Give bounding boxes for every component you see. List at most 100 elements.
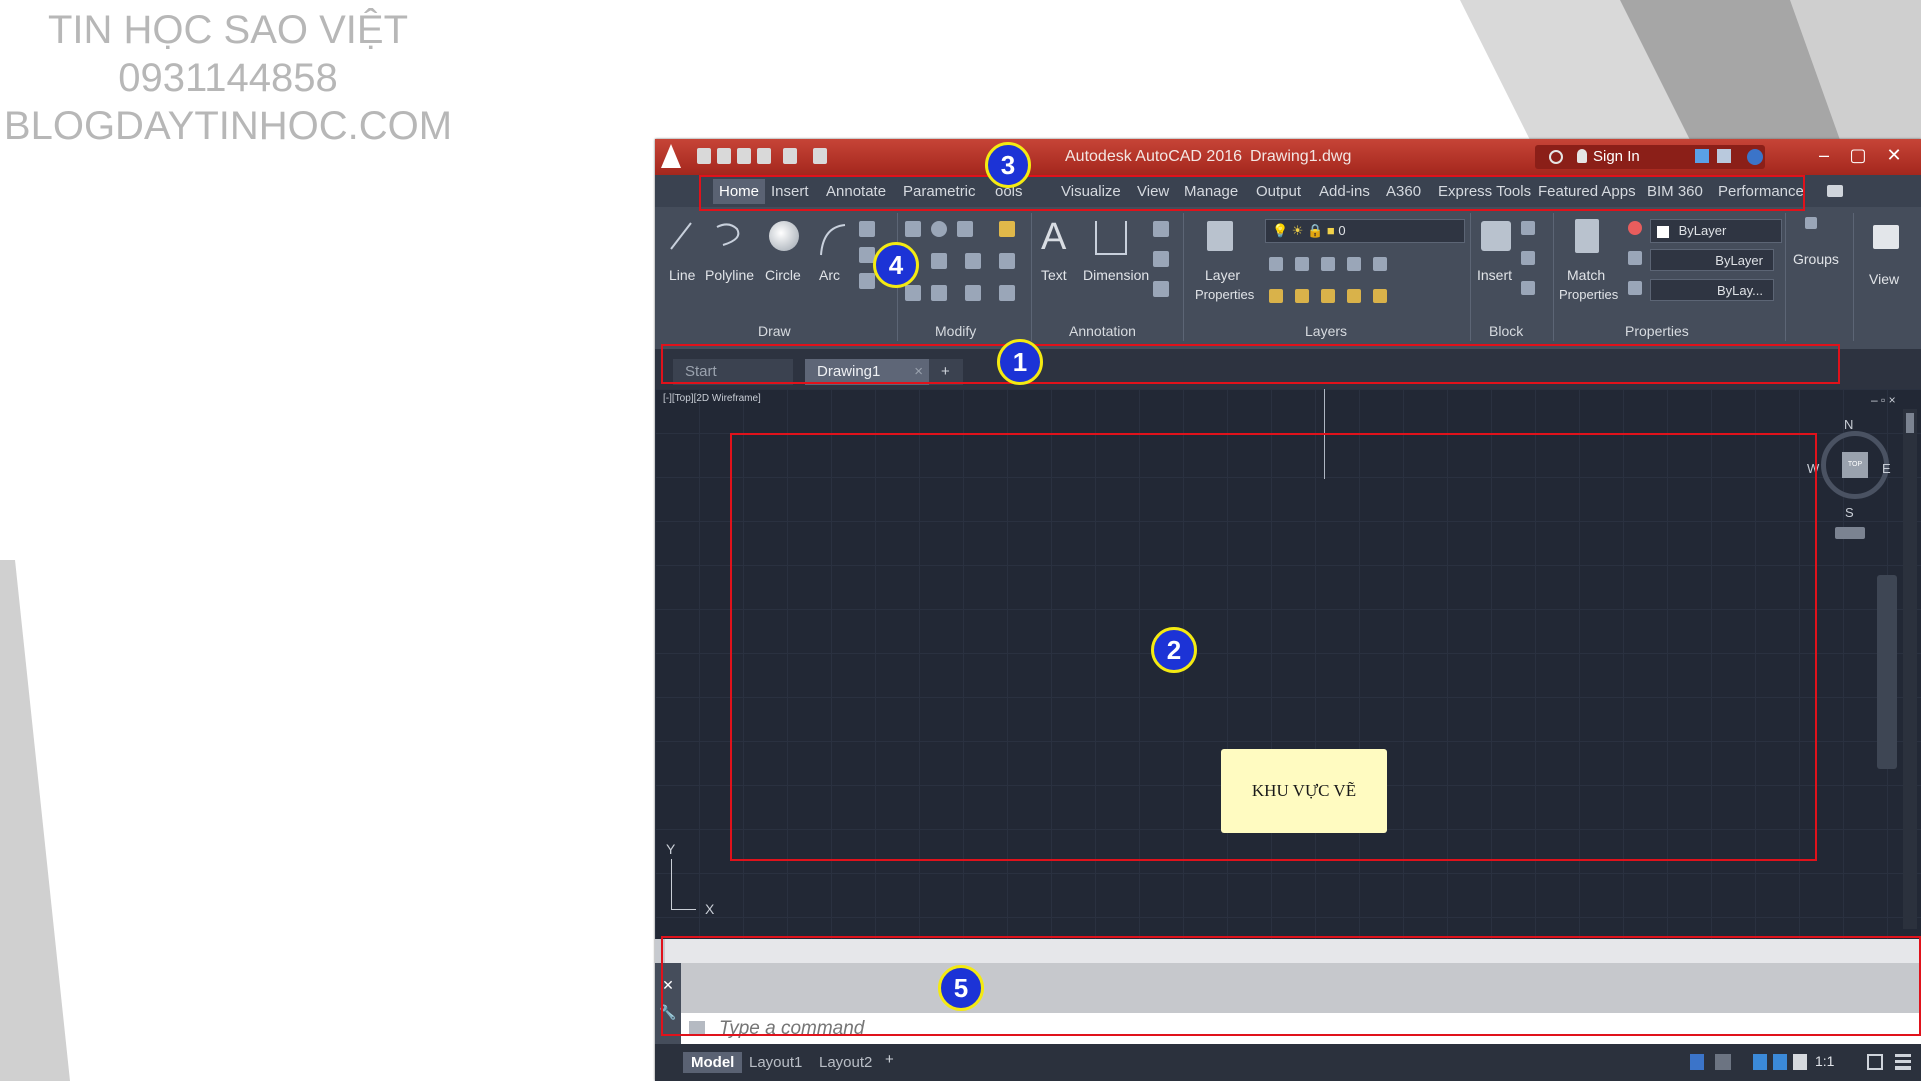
arc-icon[interactable] xyxy=(817,221,847,257)
compass-south[interactable]: S xyxy=(1845,505,1854,520)
offset-icon[interactable] xyxy=(999,285,1015,301)
edit-block-icon[interactable] xyxy=(1521,251,1535,265)
viewcube-top-face[interactable]: TOP xyxy=(1842,452,1868,478)
scrollbar-thumb[interactable] xyxy=(1906,413,1914,433)
panel-annotation[interactable]: Annotation xyxy=(1069,323,1136,339)
layer-tool-icon[interactable] xyxy=(1321,289,1335,303)
wcs-menu-button[interactable] xyxy=(1835,527,1865,539)
match-properties-label-2[interactable]: Properties xyxy=(1559,287,1618,302)
create-block-icon[interactable] xyxy=(1521,221,1535,235)
linetype-icon[interactable] xyxy=(1628,281,1642,295)
layer-tool-icon[interactable] xyxy=(1295,257,1309,271)
layout-tab-layout2[interactable]: Layout2 xyxy=(819,1054,872,1071)
view-icon[interactable] xyxy=(1873,225,1899,249)
panel-block[interactable]: Block xyxy=(1489,323,1523,339)
add-layout-button[interactable]: + xyxy=(885,1051,894,1068)
undo-icon[interactable] xyxy=(783,148,797,164)
insert-block-icon[interactable] xyxy=(1481,221,1511,251)
linetype-dropdown[interactable]: ByLay... xyxy=(1650,279,1774,301)
dimension-tool-label[interactable]: Dimension xyxy=(1083,267,1149,283)
compass-north[interactable]: N xyxy=(1844,417,1853,432)
panel-layers[interactable]: Layers xyxy=(1305,323,1347,339)
rotate-icon[interactable] xyxy=(931,221,947,237)
layout-tab-layout1[interactable]: Layout1 xyxy=(749,1054,802,1071)
user-icon[interactable] xyxy=(1577,149,1587,163)
layer-tool-icon[interactable] xyxy=(1321,257,1335,271)
layer-tool-icon[interactable] xyxy=(1269,289,1283,303)
autocad-logo-icon[interactable] xyxy=(661,144,681,168)
layer-dropdown[interactable]: 💡 ☀ 🔒 ■ 0 xyxy=(1265,219,1465,243)
multiline-text-icon[interactable] xyxy=(1153,281,1169,297)
line-icon[interactable] xyxy=(669,221,693,251)
layer-tool-icon[interactable] xyxy=(1373,257,1387,271)
maximize-button[interactable]: ▢ xyxy=(1841,142,1875,168)
autodesk-icon[interactable] xyxy=(1717,149,1731,163)
layer-properties-label[interactable]: Layer xyxy=(1205,267,1240,283)
annotation-scale-icon[interactable] xyxy=(1793,1054,1807,1070)
gradient-icon[interactable] xyxy=(859,273,875,289)
layout-tab-model[interactable]: Model xyxy=(683,1052,743,1073)
exchange-icon[interactable] xyxy=(1695,149,1709,163)
line-tool-label[interactable]: Line xyxy=(669,267,695,283)
close-button[interactable]: ✕ xyxy=(1877,142,1911,168)
layer-properties-icon[interactable] xyxy=(1207,221,1233,251)
annotation-scale-value[interactable]: 1:1 xyxy=(1815,1053,1834,1069)
help-icon[interactable] xyxy=(1747,149,1763,165)
panel-properties[interactable]: Properties xyxy=(1625,323,1689,339)
insert-block-label[interactable]: Insert xyxy=(1477,267,1512,283)
polyline-tool-label[interactable]: Polyline xyxy=(705,267,754,283)
table-icon[interactable] xyxy=(1153,251,1169,267)
lineweight-dropdown[interactable]: ByLayer xyxy=(1650,249,1774,271)
move-icon[interactable] xyxy=(905,221,921,237)
new-file-icon[interactable] xyxy=(697,148,711,164)
dimension-icon[interactable] xyxy=(1095,221,1127,255)
fillet-icon[interactable] xyxy=(965,253,981,269)
groups-icon[interactable] xyxy=(1805,217,1817,229)
copy-icon[interactable] xyxy=(905,285,921,301)
layer-tool-icon[interactable] xyxy=(1295,289,1309,303)
auto-scale-icon[interactable] xyxy=(1773,1054,1787,1070)
ribbon-options-icon[interactable] xyxy=(1827,185,1843,197)
vertical-scrollbar[interactable] xyxy=(1903,409,1917,929)
text-icon[interactable]: A xyxy=(1041,217,1066,257)
groups-label[interactable]: Groups xyxy=(1793,251,1839,267)
panel-modify[interactable]: Modify xyxy=(935,323,976,339)
viewcube[interactable]: TOP xyxy=(1821,431,1889,499)
grid-icon[interactable] xyxy=(1715,1054,1731,1070)
polyline-icon[interactable] xyxy=(713,221,745,251)
color-wheel-icon[interactable] xyxy=(1628,221,1642,235)
trim-icon[interactable] xyxy=(957,221,973,237)
customize-menu-icon[interactable] xyxy=(1895,1054,1911,1070)
mirror-icon[interactable] xyxy=(931,253,947,269)
explode-icon[interactable] xyxy=(999,253,1015,269)
rectangle-icon[interactable] xyxy=(859,221,875,237)
save-icon[interactable] xyxy=(737,148,751,164)
layer-tool-icon[interactable] xyxy=(1373,289,1387,303)
layer-tool-icon[interactable] xyxy=(1347,289,1361,303)
compass-east[interactable]: E xyxy=(1882,461,1891,476)
layer-tool-icon[interactable] xyxy=(1347,257,1361,271)
circle-tool-label[interactable]: Circle xyxy=(765,267,801,283)
open-file-icon[interactable] xyxy=(717,148,731,164)
model-space-icon[interactable] xyxy=(1690,1054,1704,1070)
layer-properties-label-2[interactable]: Properties xyxy=(1195,287,1254,302)
erase-icon[interactable] xyxy=(999,221,1015,237)
match-properties-label[interactable]: Match xyxy=(1567,267,1605,283)
navigation-bar[interactable] xyxy=(1877,575,1897,769)
panel-draw[interactable]: Draw xyxy=(758,323,791,339)
block-attribute-icon[interactable] xyxy=(1521,281,1535,295)
view-label[interactable]: View xyxy=(1869,271,1899,287)
viewport-window-controls[interactable]: – ▫ × xyxy=(1871,393,1896,407)
text-tool-label[interactable]: Text xyxy=(1041,267,1067,283)
circle-icon[interactable] xyxy=(769,221,799,251)
minimize-button[interactable]: – xyxy=(1807,142,1841,168)
signin-button[interactable]: Sign In xyxy=(1593,148,1640,165)
redo-icon[interactable] xyxy=(813,148,827,164)
annotation-visibility-icon[interactable] xyxy=(1753,1054,1767,1070)
color-dropdown[interactable]: ByLayer xyxy=(1650,219,1782,243)
leader-icon[interactable] xyxy=(1153,221,1169,237)
save-as-icon[interactable] xyxy=(757,148,771,164)
lineweight-icon[interactable] xyxy=(1628,251,1642,265)
scale-icon[interactable] xyxy=(931,285,947,301)
array-icon[interactable] xyxy=(965,285,981,301)
